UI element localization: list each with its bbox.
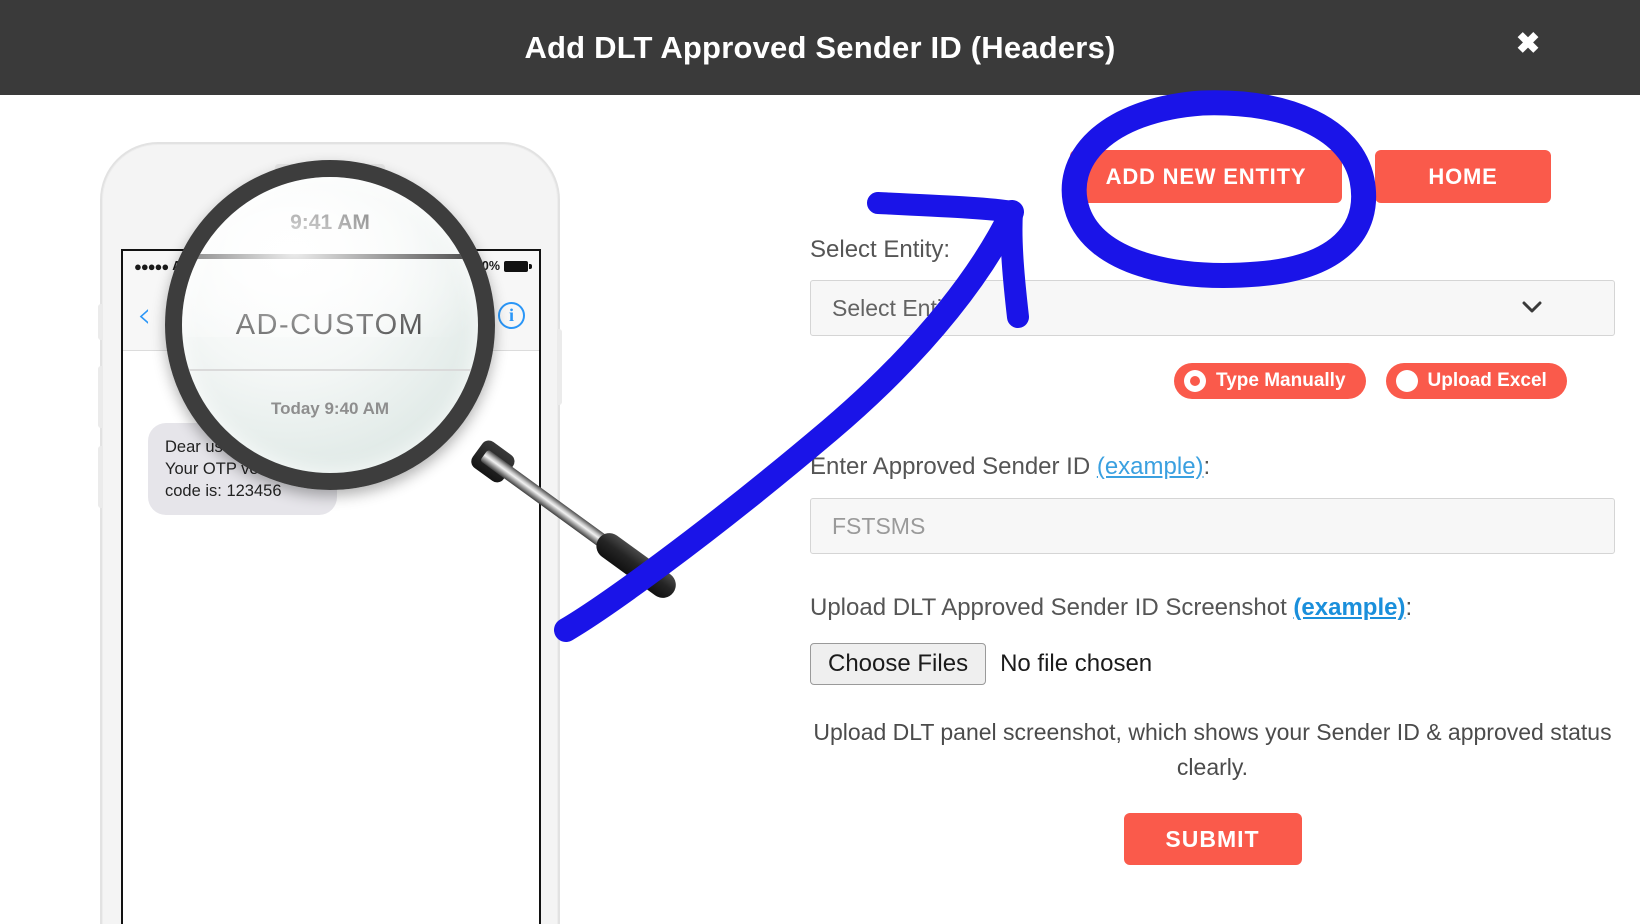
battery-icon bbox=[504, 260, 532, 272]
select-entity-label: Select Entity: bbox=[810, 236, 951, 263]
phone-screen: ●●●●● AT&T 100% ‹ AD-CUSTOM i Today 9:40… bbox=[121, 249, 541, 924]
signal-strength-icon: ●●●●● bbox=[134, 258, 169, 274]
carrier-label: AT&T bbox=[172, 259, 205, 273]
home-button[interactable]: HOME bbox=[1375, 150, 1551, 203]
choose-files-button[interactable]: Choose Files bbox=[810, 643, 987, 685]
radio-type-manually-label: Type Manually bbox=[1216, 370, 1346, 391]
upload-label-colon: : bbox=[1405, 594, 1413, 621]
upload-example-link[interactable]: (example) bbox=[1293, 594, 1405, 621]
dlt-sender-id-modal: Add DLT Approved Sender ID (Headers) ✖ ●… bbox=[0, 0, 1640, 924]
info-icon[interactable]: i bbox=[498, 302, 525, 329]
radio-upload-excel[interactable]: Upload Excel bbox=[1385, 363, 1567, 399]
battery-percent-label: 100% bbox=[468, 259, 500, 273]
upload-screenshot-label: Upload DLT Approved Sender ID Screenshot… bbox=[810, 594, 1412, 622]
form-action-buttons: ADD NEW ENTITY HOME bbox=[1070, 150, 1551, 203]
upload-help-text: Upload DLT panel screenshot, which shows… bbox=[813, 719, 1612, 780]
page-title: Add DLT Approved Sender ID (Headers) bbox=[524, 29, 1116, 65]
sender-id-example-link[interactable]: (example) bbox=[1097, 453, 1204, 480]
sms-line-1: Dear user, bbox=[165, 438, 242, 456]
sender-id-label-text: Enter Approved Sender ID bbox=[810, 453, 1097, 480]
phone-mockup: ●●●●● AT&T 100% ‹ AD-CUSTOM i Today 9:40… bbox=[98, 142, 562, 924]
magnifier-grip bbox=[591, 527, 681, 604]
radio-selected-icon bbox=[1184, 370, 1206, 392]
phone-status-bar: ●●●●● AT&T 100% bbox=[123, 251, 539, 281]
radio-unselected-icon bbox=[1395, 370, 1418, 392]
sender-id-label-colon: : bbox=[1203, 453, 1211, 480]
phone-volume-up-button bbox=[98, 366, 103, 428]
sms-line-3: code is: 123456 bbox=[165, 482, 282, 501]
sms-sender-title: AD-CUSTOM bbox=[259, 304, 390, 326]
phone-silent-switch bbox=[98, 304, 103, 340]
select-entity-dropdown[interactable]: Select Entity bbox=[810, 280, 1615, 336]
conversation-timestamp: Today 9:40 AM bbox=[282, 379, 380, 395]
modal-body: ●●●●● AT&T 100% ‹ AD-CUSTOM i Today 9:40… bbox=[0, 95, 1640, 924]
add-new-entity-button[interactable]: ADD NEW ENTITY bbox=[1070, 150, 1342, 203]
submit-row: SUBMIT bbox=[810, 813, 1615, 865]
sender-id-input[interactable] bbox=[810, 498, 1615, 554]
upload-label-text: Upload DLT Approved Sender ID Screenshot bbox=[810, 594, 1294, 621]
sms-line-2: Your OTP verification bbox=[165, 460, 320, 479]
phone-speaker bbox=[275, 164, 385, 171]
sms-message-bubble: Dear user, Your OTP verification code is… bbox=[148, 423, 337, 516]
phone-volume-down-button bbox=[98, 446, 103, 508]
file-upload-row: Choose Files No file chosen bbox=[810, 643, 1152, 685]
radio-type-manually[interactable]: Type Manually bbox=[1174, 363, 1366, 399]
file-chosen-status: No file chosen bbox=[1000, 650, 1153, 677]
back-chevron-icon[interactable]: ‹ bbox=[137, 297, 151, 334]
radio-upload-excel-label: Upload Excel bbox=[1427, 370, 1547, 391]
input-mode-radio-group: Type Manually Upload Excel bbox=[1174, 363, 1567, 399]
sender-id-example-illustration: ●●●●● AT&T 100% ‹ AD-CUSTOM i Today 9:40… bbox=[60, 115, 780, 924]
sender-id-label: Enter Approved Sender ID (example): bbox=[810, 453, 1210, 481]
close-icon[interactable]: ✖ bbox=[1510, 26, 1546, 62]
modal-header: Add DLT Approved Sender ID (Headers) ✖ bbox=[0, 0, 1640, 95]
submit-button[interactable]: SUBMIT bbox=[1123, 813, 1302, 865]
phone-power-button bbox=[557, 329, 562, 405]
sender-id-form: ADD NEW ENTITY HOME Select Entity: Selec… bbox=[810, 95, 1620, 924]
phone-nav-bar: ‹ AD-CUSTOM i bbox=[123, 281, 539, 351]
